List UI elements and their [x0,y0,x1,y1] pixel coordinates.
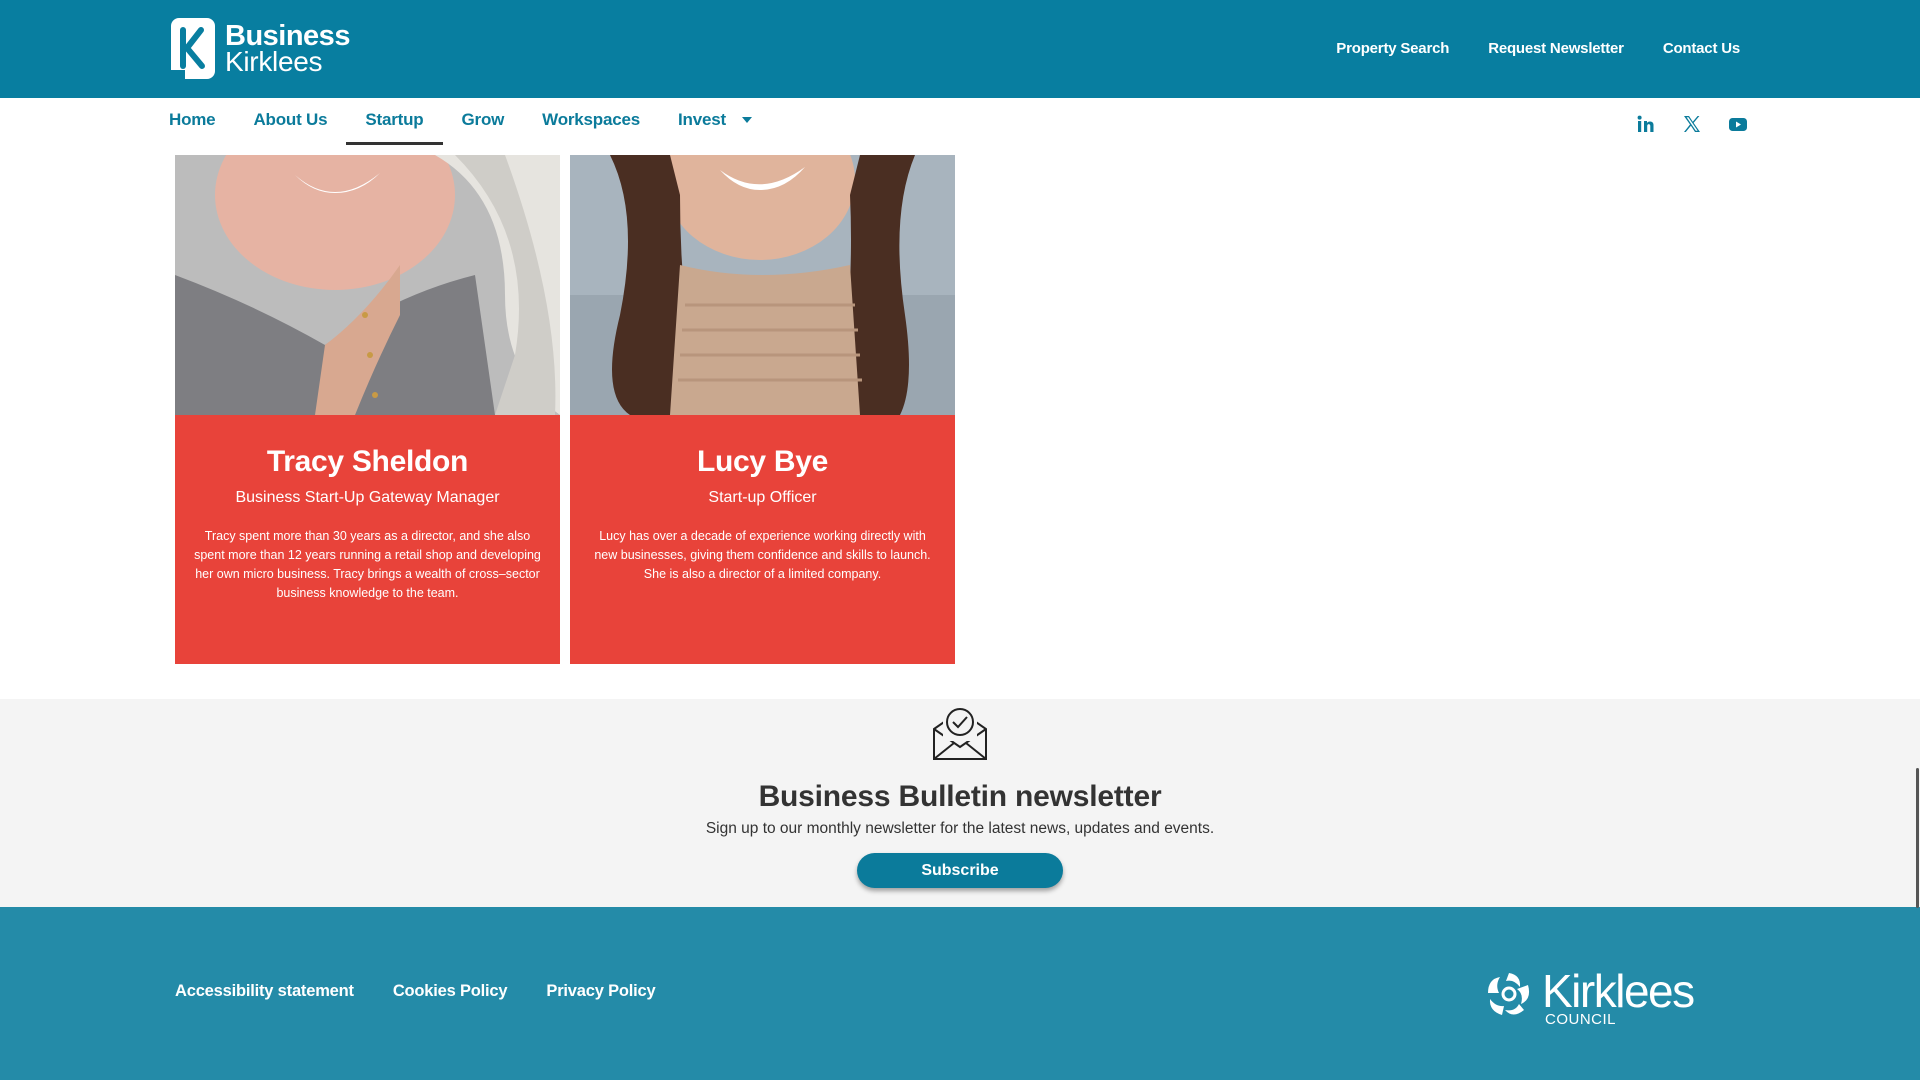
nav-startup[interactable]: Startup [346,98,443,145]
team-photo-tracy [175,155,560,415]
team-card: Lucy Bye Start-up Officer Lucy has over … [570,155,955,664]
logo-line1: Business [225,19,350,52]
team-name: Tracy Sheldon [266,445,469,478]
council-name: Kirklees [1542,965,1695,1017]
team-bio: Lucy has over a decade of experience wor… [594,529,931,581]
linkedin-icon[interactable] [1636,114,1656,134]
social-links [1636,114,1748,134]
council-sub: COUNCIL [1545,1011,1617,1028]
cookies-policy-link[interactable]: Cookies Policy [393,982,508,1001]
newsletter-section: Business Bulletin newsletter Sign up to … [0,699,1920,907]
logo-k-icon [171,18,215,79]
team-role: Business Start-Up Gateway Manager [235,489,500,506]
nav-grow[interactable]: Grow [443,98,524,142]
nav-invest[interactable]: Invest [659,98,771,142]
contact-us-link[interactable]: Contact Us [1663,40,1740,57]
youtube-icon[interactable] [1728,114,1748,134]
logo-line2: Kirklees [225,45,323,77]
property-search-link[interactable]: Property Search [1336,40,1449,57]
nav-workspaces[interactable]: Workspaces [523,98,659,142]
team-role: Start-up Officer [708,489,817,506]
team-card: Tracy Sheldon Business Start-Up Gateway … [175,155,560,664]
team-bio: Tracy spent more than 30 years as a dire… [194,529,541,600]
envelope-check-icon [933,708,987,760]
header-links: Property Search Request Newsletter Conta… [1336,40,1740,57]
team-name: Lucy Bye [697,445,828,478]
nav-home[interactable]: Home [150,98,234,142]
privacy-policy-link[interactable]: Privacy Policy [546,982,655,1001]
nav-about-us[interactable]: About Us [234,98,346,142]
newsletter-subtitle: Sign up to our monthly newsletter for th… [705,820,1215,837]
business-kirklees-logo[interactable]: Business Kirklees [171,18,350,79]
request-newsletter-link[interactable]: Request Newsletter [1488,40,1624,57]
team-photo-lucy [570,155,955,415]
kirklees-council-logo[interactable]: Kirklees COUNCIL [1484,965,1695,1028]
scrollbar[interactable] [1916,768,1919,908]
newsletter-title: Business Bulletin newsletter [758,780,1162,813]
kirklees-swirl-icon [1488,973,1530,1015]
main-nav: Home About Us Startup Grow Workspaces In… [0,98,1920,146]
chevron-down-icon [741,117,752,123]
nav-invest-label: Invest [678,110,726,129]
footer: Accessibility statement Cookies Policy P… [0,907,1920,1080]
accessibility-statement-link[interactable]: Accessibility statement [175,982,354,1001]
x-twitter-icon[interactable] [1682,114,1702,134]
subscribe-button[interactable]: Subscribe [857,853,1063,888]
top-header: Business Kirklees Property Search Reques… [0,0,1920,98]
